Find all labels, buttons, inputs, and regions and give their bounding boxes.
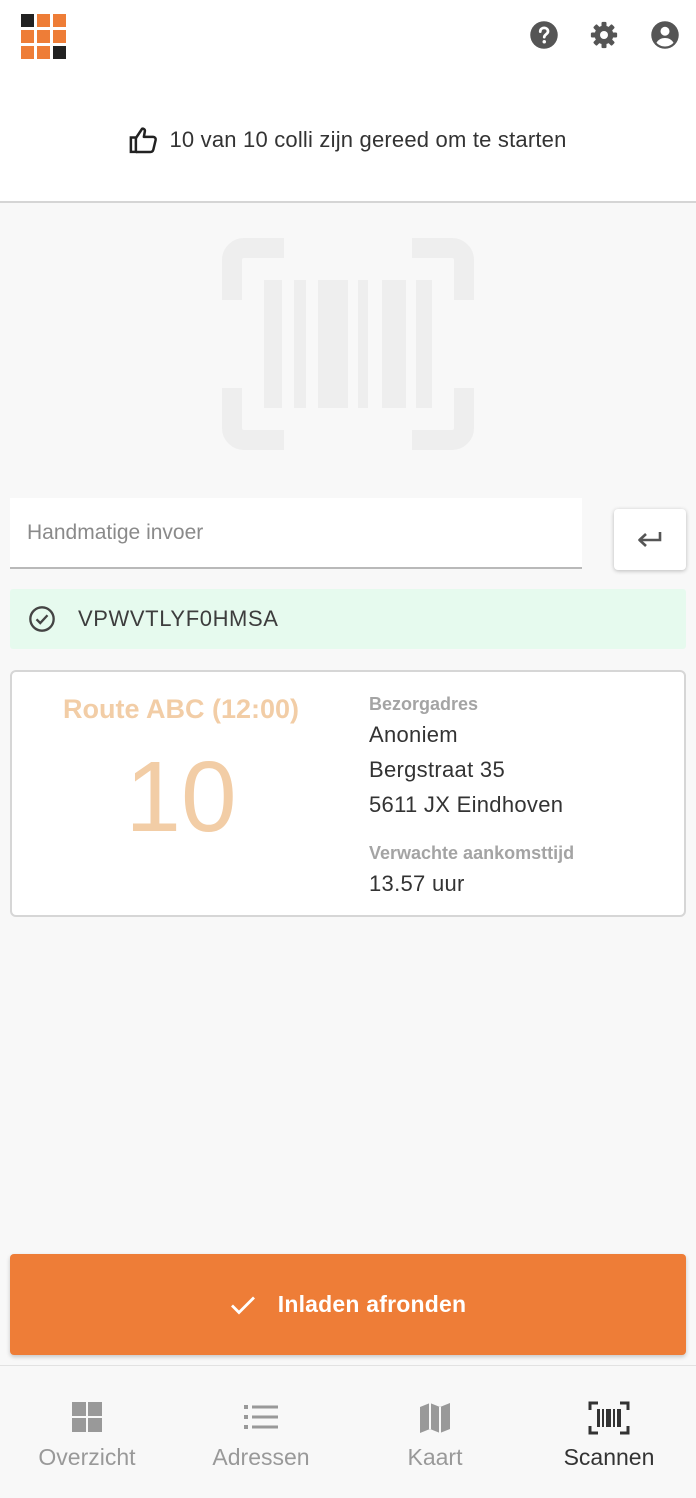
nav-item-adressen[interactable]: Adressen [174, 1366, 348, 1498]
parcel-count: 10 [125, 741, 237, 853]
nav-label-scannen: Scannen [563, 1444, 655, 1470]
nav-label-adressen: Adressen [212, 1444, 310, 1470]
nav-label-kaart: Kaart [407, 1444, 463, 1470]
nav-label-overzicht: Overzicht [38, 1444, 136, 1470]
nav-item-kaart[interactable]: Kaart [348, 1366, 522, 1498]
barcode-scan-icon [588, 1401, 630, 1435]
recipient-name: Anoniem [369, 722, 458, 747]
nav-item-scannen[interactable]: Scannen [522, 1366, 696, 1498]
enter-key-icon [638, 531, 662, 547]
finish-loading-label: Inladen afronden [277, 1291, 467, 1317]
ready-status: 10 van 10 colli zijn gereed om te starte… [0, 78, 696, 203]
top-bar [0, 0, 696, 78]
dashboard-icon [72, 1402, 102, 1432]
delivery-address-label: Bezorgadres [369, 694, 479, 714]
submit-entry-button[interactable] [614, 509, 686, 570]
settings-icon[interactable] [589, 20, 619, 50]
barcode-scan-icon [222, 238, 474, 450]
finish-loading-button[interactable]: Inladen afronden [10, 1254, 686, 1355]
bottom-navigation: Overzicht Adressen Kaart Scannen [0, 1365, 696, 1498]
manual-entry-input[interactable] [10, 498, 582, 569]
eta-value: 13.57 uur [369, 871, 465, 896]
route-name: Route ABC (12:00) [62, 694, 300, 724]
scanned-item: VPWVTLYF0HMSA [10, 589, 686, 649]
list-icon [244, 1405, 278, 1429]
nav-item-overzicht[interactable]: Overzicht [0, 1366, 174, 1498]
account-icon[interactable] [650, 20, 680, 50]
map-icon [420, 1403, 450, 1433]
thumbs-up-icon [130, 126, 158, 153]
app-grid-logo[interactable] [21, 14, 67, 60]
address-street: Bergstraat 35 [369, 757, 505, 782]
check-icon [230, 1296, 255, 1314]
address-city: 5611 JX Eindhoven [369, 792, 564, 817]
eta-label: Verwachte aankomsttijd [369, 843, 575, 863]
ready-status-text: 10 van 10 colli zijn gereed om te starte… [169, 126, 567, 152]
check-circle-icon [29, 606, 55, 632]
route-card: Route ABC (12:00) 10 Bezorgadres Anoniem… [10, 670, 686, 917]
help-icon[interactable] [529, 20, 559, 50]
scanned-code: VPWVTLYF0HMSA [78, 606, 279, 631]
